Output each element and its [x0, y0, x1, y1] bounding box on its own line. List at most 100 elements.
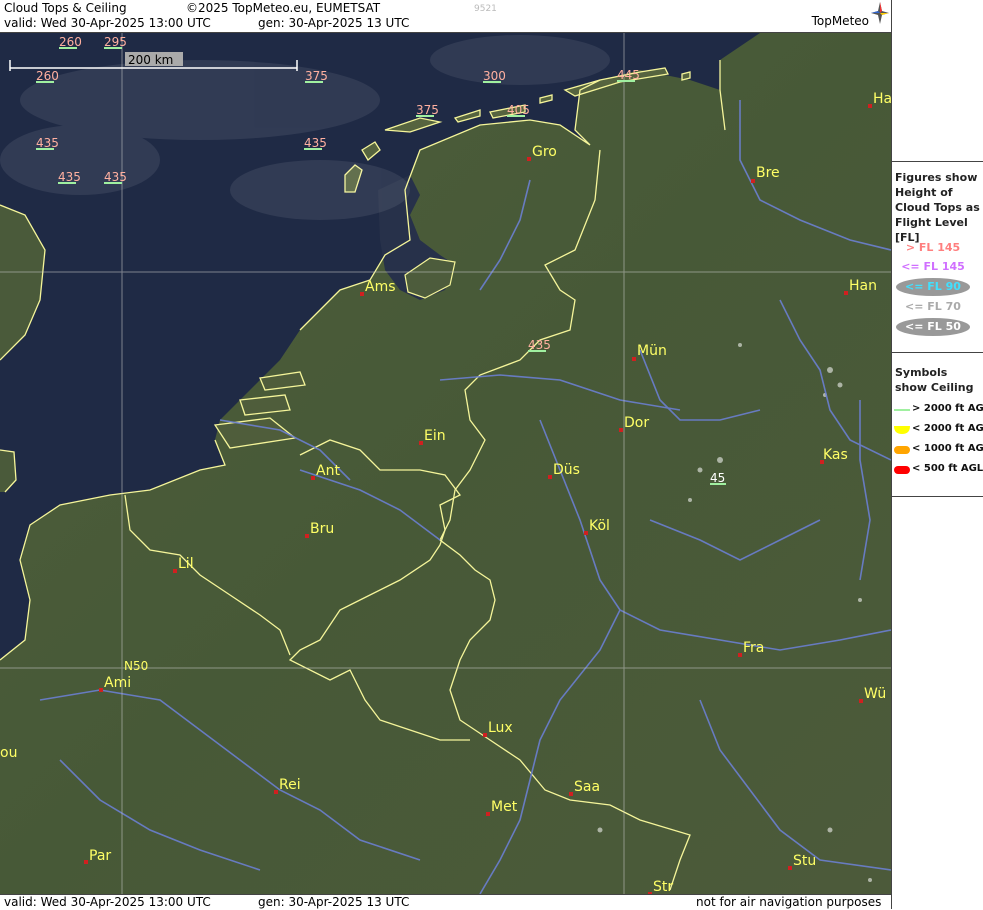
map-footer: valid: Wed 30-Apr-2025 13:00 UTC gen: 30… [0, 894, 891, 910]
city-lille[interactable]: Lil [178, 556, 194, 572]
disclaimer: not for air navigation purposes [696, 895, 882, 909]
city-dot-metz [486, 812, 490, 816]
ceiling-symbol [36, 81, 54, 83]
ceiling-pill-icon [894, 446, 910, 454]
fl-label: 435 [58, 170, 81, 184]
city-dortmund[interactable]: Dor [624, 415, 649, 431]
city-strasbourg[interactable]: Str [653, 879, 673, 894]
footer-generated-time: gen: 30-Apr-2025 13 UTC [258, 895, 410, 909]
city-eindhoven[interactable]: Ein [424, 428, 446, 444]
ceiling-symbol [617, 80, 635, 82]
city-rouen-partial[interactable]: ou [0, 745, 17, 761]
legend-fl-label: > FL 145 [905, 241, 961, 254]
city-dot-wuerzburg [859, 699, 863, 703]
legend-heights-title: Figures show Height of Cloud Tops as Fli… [895, 171, 980, 244]
ceiling-symbol [305, 81, 323, 83]
fl-label: 260 [59, 35, 82, 49]
satellite-map[interactable]: 200 km Gro Bre Ams Han Mün Dor Ein Ant D… [0, 33, 891, 894]
scale-label: 200 km [128, 53, 173, 67]
legend-divider [892, 161, 983, 162]
city-wuerzburg[interactable]: Wü [864, 686, 886, 702]
city-dot-lille [173, 569, 177, 573]
fl-label: 300 [483, 69, 506, 83]
legend-fl-above-145: > FL 145 [896, 239, 970, 257]
city-kassel[interactable]: Kas [823, 447, 848, 463]
ceiling-symbol [104, 182, 122, 184]
generated-time: gen: 30-Apr-2025 13 UTC [258, 16, 410, 30]
legend-ceiling-label: > 2000 ft AGL [912, 403, 983, 414]
city-hamburg[interactable]: Ha [873, 91, 891, 107]
city-groningen[interactable]: Gro [532, 144, 557, 160]
fl-label: 435 [36, 136, 59, 150]
legend-fl-50: <= FL 50 [896, 318, 970, 336]
city-dot-luxembourg [483, 733, 487, 737]
city-dot-antwerp [311, 476, 315, 480]
city-reims[interactable]: Rei [279, 777, 301, 793]
ceiling-symbol [483, 81, 501, 83]
city-dot-groningen [527, 157, 531, 161]
fl-label: 295 [104, 35, 127, 49]
fl-label: 435 [104, 170, 127, 184]
city-dot-koeln [584, 531, 588, 535]
legend-fl-label: <= FL 50 [905, 320, 961, 333]
fl-label: 445 [617, 68, 640, 82]
city-dot-stuttgart [788, 866, 792, 870]
city-dot-hamburg [868, 104, 872, 108]
ceiling-symbol [36, 148, 54, 150]
legend-ceiling-label: < 500 ft AGL [912, 463, 983, 474]
legend-ceiling-label: < 2000 ft AGL [912, 423, 983, 434]
fl-label: 45 [710, 471, 725, 485]
grid-latitude-label: N50 [124, 659, 148, 673]
city-dot-eindhoven [419, 441, 423, 445]
footer-valid-time: valid: Wed 30-Apr-2025 13:00 UTC [4, 895, 211, 909]
fl-label: 260 [36, 69, 59, 83]
city-luxembourg[interactable]: Lux [488, 720, 513, 736]
city-dot-paris [84, 860, 88, 864]
city-amiens[interactable]: Ami [104, 675, 131, 691]
city-dot-amsterdam [360, 292, 364, 296]
topmeteo-logo[interactable]: TopMeteo [812, 14, 869, 28]
city-koeln[interactable]: Köl [589, 518, 610, 534]
city-dot-dortmund [619, 428, 623, 432]
city-dot-reims [274, 790, 278, 794]
map-code: 9521 [474, 4, 497, 14]
legend-fl-label: <= FL 90 [905, 280, 961, 293]
city-stuttgart[interactable]: Stu [793, 853, 816, 869]
legend-ceiling-below-1000: < 1000 ft AGL [894, 442, 983, 458]
map-title: Cloud Tops & Ceiling [4, 1, 127, 15]
city-amsterdam[interactable]: Ams [365, 279, 396, 295]
city-brussels[interactable]: Bru [310, 521, 334, 537]
fl-label: 435 [528, 338, 551, 352]
city-hannover[interactable]: Han [849, 278, 877, 294]
legend-panel: Figures show Height of Cloud Tops as Fli… [891, 0, 983, 909]
ceiling-symbol [507, 115, 525, 117]
fl-label: 375 [305, 69, 328, 83]
ceiling-pill-icon [894, 466, 910, 474]
city-dot-bremen [751, 179, 755, 183]
fl-label: 405 [507, 103, 530, 117]
city-paris[interactable]: Par [89, 848, 111, 864]
city-dot-amiens [99, 688, 103, 692]
legend-fl-label: <= FL 70 [905, 300, 961, 313]
ceiling-bowl-icon [894, 426, 910, 434]
city-muenster[interactable]: Mün [637, 343, 667, 359]
city-bremen[interactable]: Bre [756, 165, 780, 181]
ceiling-symbol [416, 115, 434, 117]
city-antwerp[interactable]: Ant [316, 463, 340, 479]
legend-divider [892, 352, 983, 353]
map-header: Cloud Tops & Ceiling ©2025 TopMeteo.eu, … [0, 0, 891, 33]
city-dot-frankfurt [738, 653, 742, 657]
city-saarbruecken[interactable]: Saa [574, 779, 600, 795]
city-frankfurt[interactable]: Fra [743, 640, 764, 656]
legend-ceiling-below-2000: < 2000 ft AGL [894, 422, 983, 438]
legend-ceiling-above-2000: > 2000 ft AGL [894, 402, 983, 418]
city-dot-saarbruecken [569, 792, 573, 796]
city-duesseldorf[interactable]: Düs [553, 462, 580, 478]
ceiling-symbol [528, 350, 546, 352]
ceiling-symbol [710, 483, 726, 485]
city-metz[interactable]: Met [491, 799, 518, 815]
legend-ceiling-title: Symbols show Ceiling [895, 366, 974, 394]
ceiling-symbol [58, 182, 76, 184]
ceiling-symbol [59, 47, 77, 49]
ceiling-line-icon [894, 409, 910, 411]
